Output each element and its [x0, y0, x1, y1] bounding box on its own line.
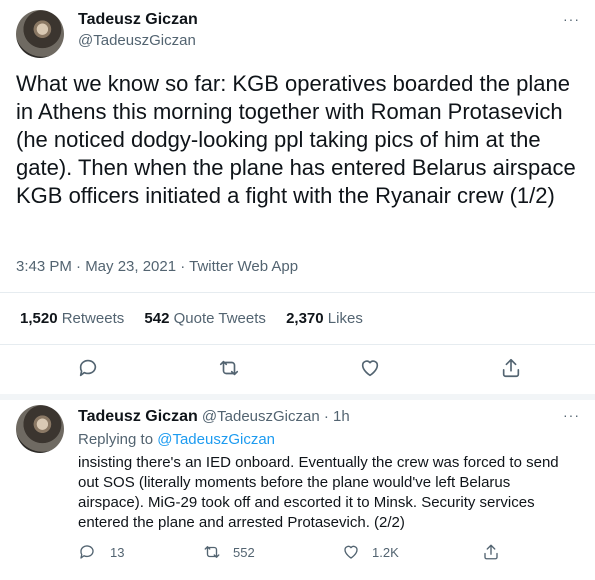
retweet-icon: [219, 360, 239, 376]
replying-to: Replying to @TadeuszGiczan: [78, 431, 275, 448]
retweets-stat[interactable]: 1,520 Retweets: [20, 310, 124, 327]
reply-retweets-count: 552: [233, 544, 255, 560]
reply-reply-button[interactable]: 13: [78, 543, 124, 561]
reply-replies-count: 13: [110, 544, 125, 560]
like-button[interactable]: [357, 355, 383, 381]
replying-to-handle[interactable]: @TadeuszGiczan: [157, 431, 275, 448]
quote-tweets-label: Quote Tweets: [173, 310, 266, 327]
retweet-button[interactable]: [216, 355, 242, 381]
divider: [0, 292, 595, 293]
likes-stat[interactable]: 2,370 Likes: [286, 310, 363, 327]
more-options-button[interactable]: ···: [563, 12, 580, 26]
likes-label: Likes: [327, 310, 363, 327]
replying-to-prefix: Replying to: [78, 431, 154, 448]
author-avatar[interactable]: [16, 10, 64, 58]
reply-header: Tadeusz Giczan @TadeuszGiczan · 1h: [78, 408, 350, 426]
reply-author-handle[interactable]: @TadeuszGiczan: [202, 408, 320, 425]
reply-share-button[interactable]: [482, 543, 500, 561]
section-separator: [0, 394, 595, 400]
quote-tweets-stat[interactable]: 542 Quote Tweets: [144, 310, 265, 327]
author-handle[interactable]: @TadeuszGiczan: [78, 32, 196, 49]
author-name[interactable]: Tadeusz Giczan: [78, 11, 198, 29]
reply-time[interactable]: · 1h: [324, 408, 350, 425]
reply-text: insisting there's an IED onboard. Eventu…: [78, 454, 559, 531]
reply-like-button[interactable]: 1.2K: [342, 543, 399, 561]
reply-button[interactable]: [75, 355, 101, 381]
quote-tweets-count: 542: [144, 310, 170, 327]
retweet-icon: [204, 546, 220, 558]
likes-count: 2,370: [286, 310, 324, 327]
share-icon: [484, 544, 498, 560]
like-icon: [361, 360, 379, 377]
tweet-meta[interactable]: 3:43 PM · May 23, 2021 · Twitter Web App: [16, 258, 298, 275]
reply-retweet-button[interactable]: 552: [203, 543, 255, 561]
retweets-label: Retweets: [61, 310, 125, 327]
divider: [0, 344, 595, 345]
reply-icon: [79, 359, 97, 377]
reply-author-name[interactable]: Tadeusz Giczan: [78, 408, 198, 425]
reply-author-avatar[interactable]: [16, 405, 64, 453]
share-icon: [502, 358, 520, 378]
retweets-count: 1,520: [20, 310, 58, 327]
tweet-stats: 1,520 Retweets 542 Quote Tweets 2,370 Li…: [20, 310, 379, 327]
reply-more-options-button[interactable]: ···: [563, 408, 580, 422]
tweet-text: What we know so far: KGB operatives boar…: [16, 71, 576, 208]
reply-likes-count: 1.2K: [372, 544, 399, 560]
reply-icon: [80, 545, 94, 559]
share-button[interactable]: [498, 355, 524, 381]
like-icon: [344, 545, 358, 559]
